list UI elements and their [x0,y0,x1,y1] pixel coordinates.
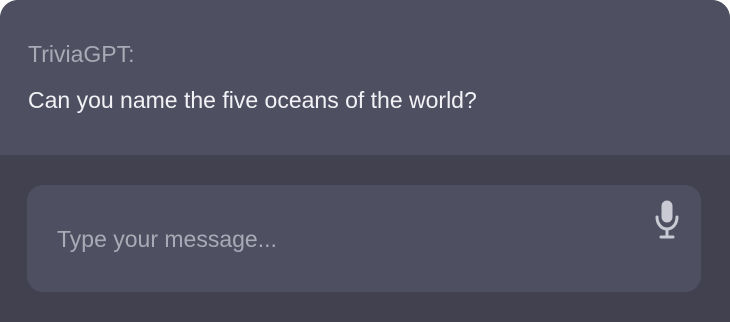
message-input-container[interactable] [27,185,701,292]
message-input[interactable] [57,219,617,259]
sender-label: TriviaGPT: [28,41,135,67]
microphone-icon [655,200,679,239]
assistant-message: Can you name the five oceans of the worl… [28,87,477,113]
composer [0,155,730,322]
message-panel: TriviaGPT: Can you name the five oceans … [0,0,730,155]
chat-window: TriviaGPT: Can you name the five oceans … [0,0,730,322]
microphone-button[interactable] [653,199,681,241]
